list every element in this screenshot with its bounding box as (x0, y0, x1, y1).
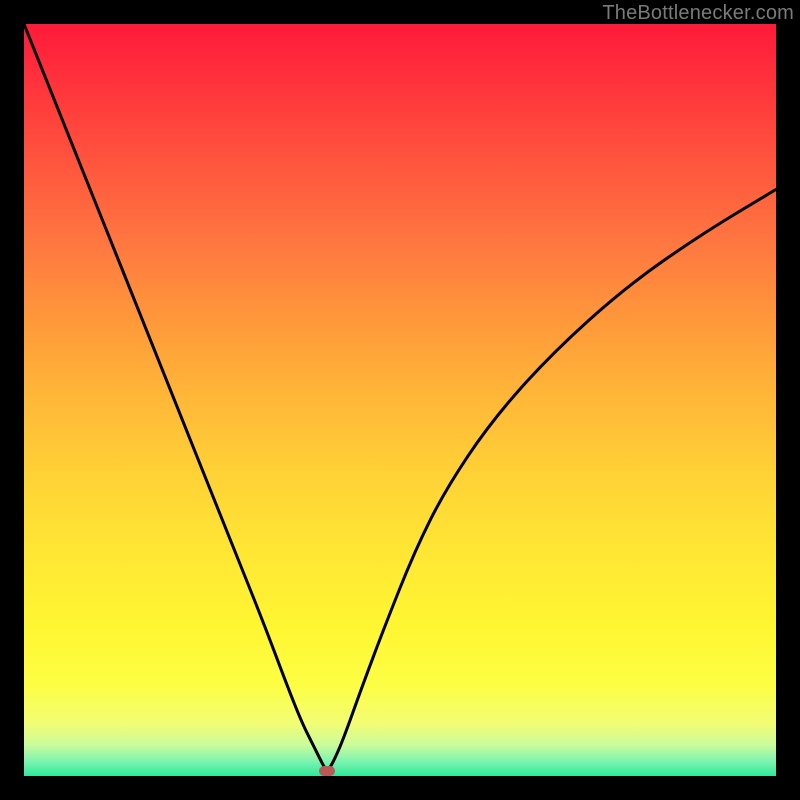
chart-frame (24, 24, 776, 776)
curve-path (24, 24, 776, 769)
optimal-marker (319, 766, 335, 776)
bottleneck-curve (24, 24, 776, 776)
watermark-text: TheBottlenecker.com (602, 2, 794, 25)
